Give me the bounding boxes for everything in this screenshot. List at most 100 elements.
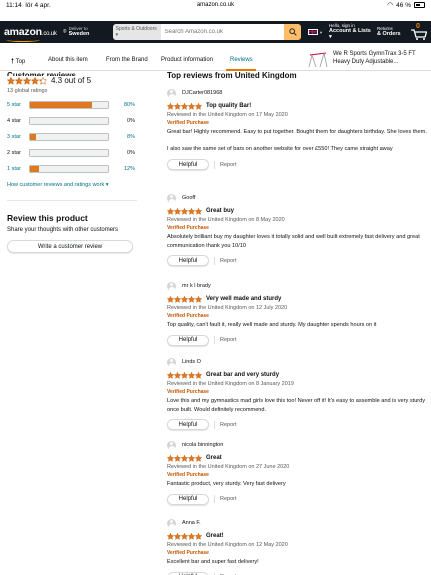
star-icon [174,295,181,303]
star-icon [181,532,188,540]
write-review-button[interactable]: Write a customer review [7,240,133,253]
review-title[interactable]: Great [206,455,222,461]
histogram-row[interactable]: 5 star 80% [7,97,137,113]
rating-histogram: 5 star 80% 4 star 0% 3 star 8% 2 star 0% 1 star 1… [7,97,137,177]
histogram-label[interactable]: 5 star [7,102,29,108]
histogram-label[interactable]: 1 star [7,166,29,172]
review-author-name[interactable]: mr k l brady [182,283,211,289]
histogram-percent: 0% [127,118,135,124]
avatar-icon [167,357,176,367]
helpful-button[interactable]: Helpful [167,159,209,171]
review-body: Excellent bar and super fast delivery! [167,558,429,567]
report-link[interactable]: Report [220,162,237,168]
star-icon [195,532,202,540]
review-title-row[interactable]: Great buy [167,207,429,215]
helpful-button[interactable]: Helpful [167,493,209,505]
star-icon [188,371,195,379]
search-input[interactable] [160,24,285,40]
report-link[interactable]: Report [220,496,237,502]
review-author-name[interactable]: Linds O [182,359,201,365]
histogram-bar[interactable] [29,101,109,109]
review-title[interactable]: Great buy [206,208,234,214]
review-author-name[interactable]: Anna F. [182,520,201,526]
report-link[interactable]: Report [220,422,237,428]
review-stars-icon [167,532,202,540]
product-title[interactable]: We R Sports GymnTrax 3-5 FT Heavy Duty A… [333,50,427,66]
histogram-row[interactable]: 1 star 12% [7,161,137,177]
review-stars-icon [167,371,202,379]
histogram-row[interactable]: 3 star 8% [7,129,137,145]
review-stars-icon [167,295,202,303]
helpful-button[interactable]: Helpful [167,419,209,431]
top-reviews: Top reviews from United Kingdom DJCarter… [167,71,429,575]
review-body: Fantastic product, very sturdy. Very fas… [167,480,429,489]
review-title-row[interactable]: Great bar and very sturdy [167,371,429,379]
review-title[interactable]: Great! [206,533,224,539]
search-category-select[interactable]: Sports & Outdoors ▾ [112,24,161,40]
amazon-logo[interactable]: amazon.co.uk [4,26,62,42]
how-reviews-work-link[interactable]: How customer reviews and ratings work ▾ [7,182,137,188]
star-icon [195,207,202,215]
report-link[interactable]: Report [220,258,237,264]
cart-button[interactable]: 0 [409,23,431,41]
account-lists[interactable]: Hello, sign in Account & Lists ▾ [329,23,373,41]
helpful-button[interactable]: Helpful [167,255,209,267]
review-title-row[interactable]: Great! [167,532,429,540]
review-body: Great bar! Highly recommend. Easy to put… [167,128,429,154]
review-author-name[interactable]: Gooff [182,195,195,201]
star-icon [195,102,202,110]
review-title-row[interactable]: Very well made and sturdy [167,295,429,303]
review-title[interactable]: Great bar and very sturdy [206,372,279,378]
location-pin-icon: ⌾ [63,28,67,35]
nav-about-this-item[interactable]: About this item [48,57,88,63]
search-button[interactable] [284,24,302,40]
histogram-row: 4 star 0% [7,113,137,129]
review-author[interactable]: Linds O [167,357,429,367]
review-this-product-heading: Review this product [7,213,88,223]
deliver-to[interactable]: Deliver to Sweden [69,26,109,38]
review-author[interactable]: Anna F. [167,518,429,528]
histogram-label[interactable]: 3 star [7,134,29,140]
review-title-row[interactable]: Great [167,454,429,462]
histogram-percent[interactable]: 8% [109,134,135,140]
product-thumbnail[interactable] [308,50,328,68]
returns-orders[interactable]: Returns & Orders [377,26,407,38]
nav-product-information[interactable]: Product information [161,57,213,63]
review-author[interactable]: mr k l brady [167,281,429,291]
review-title-row[interactable]: Top quality Bar! [167,102,429,110]
nav-top[interactable]: 🠕 Top [11,57,25,68]
histogram-label: 2 star [7,150,21,156]
average-rating-text[interactable]: 4.3 out of 5 [51,76,91,85]
nav-from-the-brand[interactable]: From the Brand [106,57,148,63]
review-author-name[interactable]: DJCarter081968 [182,90,222,96]
helpful-button[interactable]: Helpful [167,334,209,346]
star-icon [188,207,195,215]
star-icon [167,207,174,215]
review-actions: Helpful Report [167,419,429,431]
report-link[interactable]: Report [220,337,237,343]
star-icon [181,207,188,215]
divider [214,256,215,265]
histogram-bar[interactable] [29,133,109,141]
review-paragraph: I also saw the same set of bars on anoth… [167,146,393,153]
review-stars-icon [167,454,202,462]
review-card: DJCarter081968 Top quality Bar! Reviewed i… [167,88,429,171]
review-actions: Helpful Report [167,159,429,171]
top-reviews-heading: Top reviews from United Kingdom [167,71,297,80]
review-paragraph: Love this and my gymnastics mad girls lo… [167,398,426,413]
review-title[interactable]: Very well made and sturdy [206,296,281,302]
browser-url[interactable]: amazon.co.uk [0,2,431,8]
review-author-name[interactable]: nicola binnington [182,442,223,448]
nav-reviews[interactable]: Reviews [230,57,253,63]
review-author[interactable]: nicola binnington [167,440,429,450]
review-title[interactable]: Top quality Bar! [206,103,251,109]
histogram-percent[interactable]: 12% [109,166,135,172]
star-icon [181,295,188,303]
status-indicators: ◠ 46 % [387,1,425,9]
histogram-percent[interactable]: 80% [109,102,135,108]
review-author[interactable]: Gooff [167,193,429,203]
review-author[interactable]: DJCarter081968 [167,88,429,98]
amazon-header: amazon.co.uk ⌾ Deliver to Sweden Sports … [0,21,431,43]
uk-flag-icon[interactable] [308,29,319,35]
histogram-bar[interactable] [29,165,109,173]
